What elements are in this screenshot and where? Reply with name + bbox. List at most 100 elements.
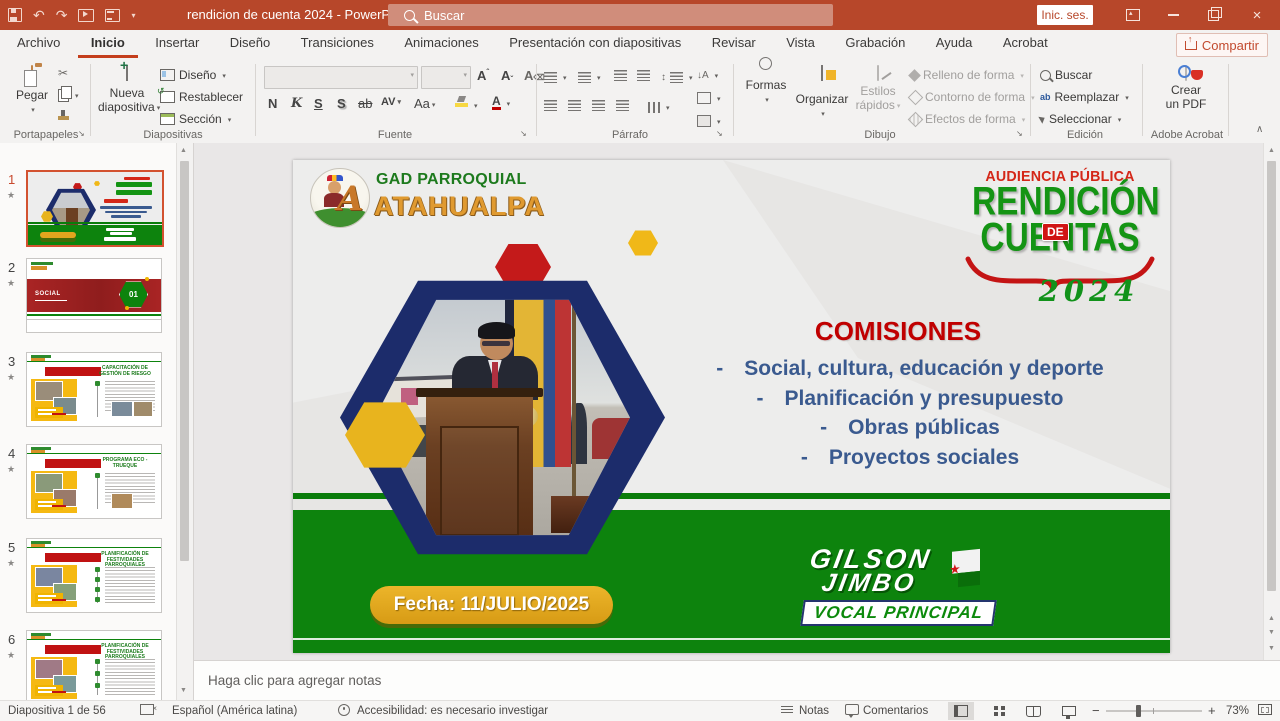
replace-button[interactable]: abReemplazar [1040,90,1129,104]
proofing-icon[interactable] [140,701,154,721]
convert-smartart-button[interactable] [697,114,721,128]
scroll-down-icon[interactable]: ▼ [1268,645,1275,652]
slide-thumbnail-4[interactable]: PROGRAMA ECO - TRUEQUE [26,444,162,519]
comisiones-list[interactable]: - Social, cultura, educación y deporte -… [660,354,1160,472]
find-button[interactable]: Buscar [1040,68,1092,82]
previous-slide-icon[interactable]: ▲ [1268,615,1275,622]
minimize-button[interactable] [1156,0,1190,30]
animation-star-icon[interactable]: ★ [7,464,15,475]
change-case-button[interactable]: Aa [414,96,435,111]
slide-thumbnail-5[interactable]: PLANIFICACIÓN DE FESTIVIDADES PARROQUIAL… [26,538,162,613]
slide-editing-canvas[interactable]: A GAD PARROQUIAL ATAHUALPA AUDIENCIA PÚB… [194,143,1280,660]
animation-star-icon[interactable]: ★ [7,372,15,383]
language-indicator[interactable]: Español (América latina) [172,701,297,721]
select-button[interactable]: Seleccionar [1040,112,1121,126]
comisiones-heading[interactable]: COMISIONES [748,316,1048,347]
close-button[interactable]: × [1240,0,1274,30]
slideshow-view-button[interactable] [1056,702,1082,720]
italic-button[interactable]: K [291,96,302,111]
search-box[interactable]: Buscar [388,4,833,26]
cut-button[interactable]: ✂ [58,66,68,80]
tab-inicio[interactable]: Inicio [78,30,138,58]
decrease-indent-button[interactable] [614,70,627,81]
slide-thumbnail-1[interactable] [26,170,164,247]
slide-1[interactable]: A GAD PARROQUIAL ATAHUALPA AUDIENCIA PÚB… [293,160,1170,653]
zoom-level[interactable]: 73% [1226,701,1249,721]
bullets-button[interactable] [544,70,567,84]
scrollbar-thumb[interactable] [180,161,189,561]
paste-dropdown[interactable] [10,102,54,116]
character-spacing-button[interactable]: AV [381,96,401,108]
canvas-scrollbar[interactable]: ▲ ▲ ▼ ▼ [1263,143,1280,660]
collapse-ribbon-button[interactable]: ∧ [1256,124,1263,135]
tab-insertar[interactable]: Insertar [142,30,212,55]
create-pdf-button[interactable]: Crear un PDF [1158,66,1214,111]
notes-placeholder[interactable]: Haga clic para agregar notas [208,673,381,688]
zoom-out-button[interactable]: − [1092,701,1100,721]
decrease-font-button[interactable]: Aˇ [501,68,513,84]
slideshow-settings-icon[interactable] [105,9,120,22]
tab-transiciones[interactable]: Transiciones [288,30,387,55]
columns-button[interactable] [648,100,670,114]
animation-star-icon[interactable]: ★ [7,278,15,289]
reset-button[interactable]: Restablecer [160,90,243,104]
date-pill[interactable]: Fecha: 11/JULIO/2025 [370,586,613,624]
tab-revisar[interactable]: Revisar [699,30,769,55]
section-button[interactable]: Sección [160,112,231,126]
undo-icon[interactable]: ↶ [33,8,45,22]
comments-toggle[interactable] [845,701,859,721]
reading-view-button[interactable] [1020,702,1046,720]
paragraph-dialog-launcher[interactable]: ↘ [716,129,726,139]
text-shadow-button[interactable]: S [337,96,346,111]
clear-format-button[interactable]: A⌫ [524,68,545,83]
normal-view-button[interactable] [948,702,974,720]
zoom-slider-track[interactable] [1106,710,1202,712]
increase-font-button[interactable]: Aˆ [477,68,489,83]
animation-star-icon[interactable]: ★ [7,558,15,569]
font-dialog-launcher[interactable]: ↘ [520,129,530,139]
paste-button[interactable]: Pegar [10,66,54,116]
copy-button[interactable] [58,88,79,102]
increase-indent-button[interactable] [637,70,650,81]
slide-thumbnail-3[interactable]: CAPACITACIÓN DE GESTIÓN DE RIESGO [26,352,162,427]
arrange-button[interactable]: Organizar [793,66,851,120]
tab-diseno[interactable]: Diseño [217,30,283,55]
accessibility-status[interactable]: Accesibilidad: es necesario investigar [357,701,548,721]
gad-parroquial-logo[interactable]: A GAD PARROQUIAL ATAHUALPA [310,165,570,229]
slide-thumbnail-2[interactable]: SOCIAL 01 [26,258,162,333]
clipboard-dialog-launcher[interactable]: ↘ [78,129,88,139]
new-slide-button[interactable]: Nueva diapositiva [98,66,156,114]
layout-button[interactable]: Diseño [160,68,226,82]
zoom-slider-thumb[interactable] [1136,705,1141,717]
customize-qat-icon[interactable]: ▾ [131,11,135,20]
speaker-name-block[interactable]: GILSON JIMBO ★ VOCAL PRINCIPAL [800,546,1020,626]
tab-vista[interactable]: Vista [773,30,828,55]
fit-slide-button[interactable] [1258,701,1272,721]
next-slide-icon[interactable]: ▼ [1268,629,1275,636]
drawing-dialog-launcher[interactable]: ↘ [1016,129,1026,139]
scrollbar-thumb[interactable] [1267,161,1276,591]
save-icon[interactable] [8,8,22,22]
restore-button[interactable] [1196,0,1230,30]
text-direction-button[interactable]: ↓A [697,68,718,82]
notes-toggle[interactable] [781,701,793,721]
align-right-button[interactable] [592,100,605,111]
font-color-button[interactable]: A [492,96,510,110]
justify-button[interactable] [616,100,629,111]
ribbon-display-options-button[interactable] [1116,0,1150,30]
redo-icon[interactable]: ↷ [56,8,68,22]
tab-grabacion[interactable]: Grabación [832,30,918,55]
start-presentation-icon[interactable] [78,9,94,22]
notes-pane[interactable]: Haga clic para agregar notas [194,660,1280,701]
animation-star-icon[interactable]: ★ [7,650,15,661]
slide-title-block[interactable]: AUDIENCIA PÚBLICA RENDICIÓN DE CUENTAS 2… [960,168,1160,308]
shapes-button[interactable]: Formas [742,66,790,106]
scroll-up-icon[interactable]: ▲ [1268,147,1275,154]
underline-button[interactable]: S [314,96,323,111]
tab-ayuda[interactable]: Ayuda [923,30,986,55]
line-spacing-button[interactable]: ↕ [661,70,693,84]
scroll-down-icon[interactable]: ▼ [180,687,187,694]
tab-presentacion[interactable]: Presentación con diapositivas [496,30,694,55]
align-left-button[interactable] [544,100,557,111]
share-button[interactable]: Compartir [1176,33,1268,57]
